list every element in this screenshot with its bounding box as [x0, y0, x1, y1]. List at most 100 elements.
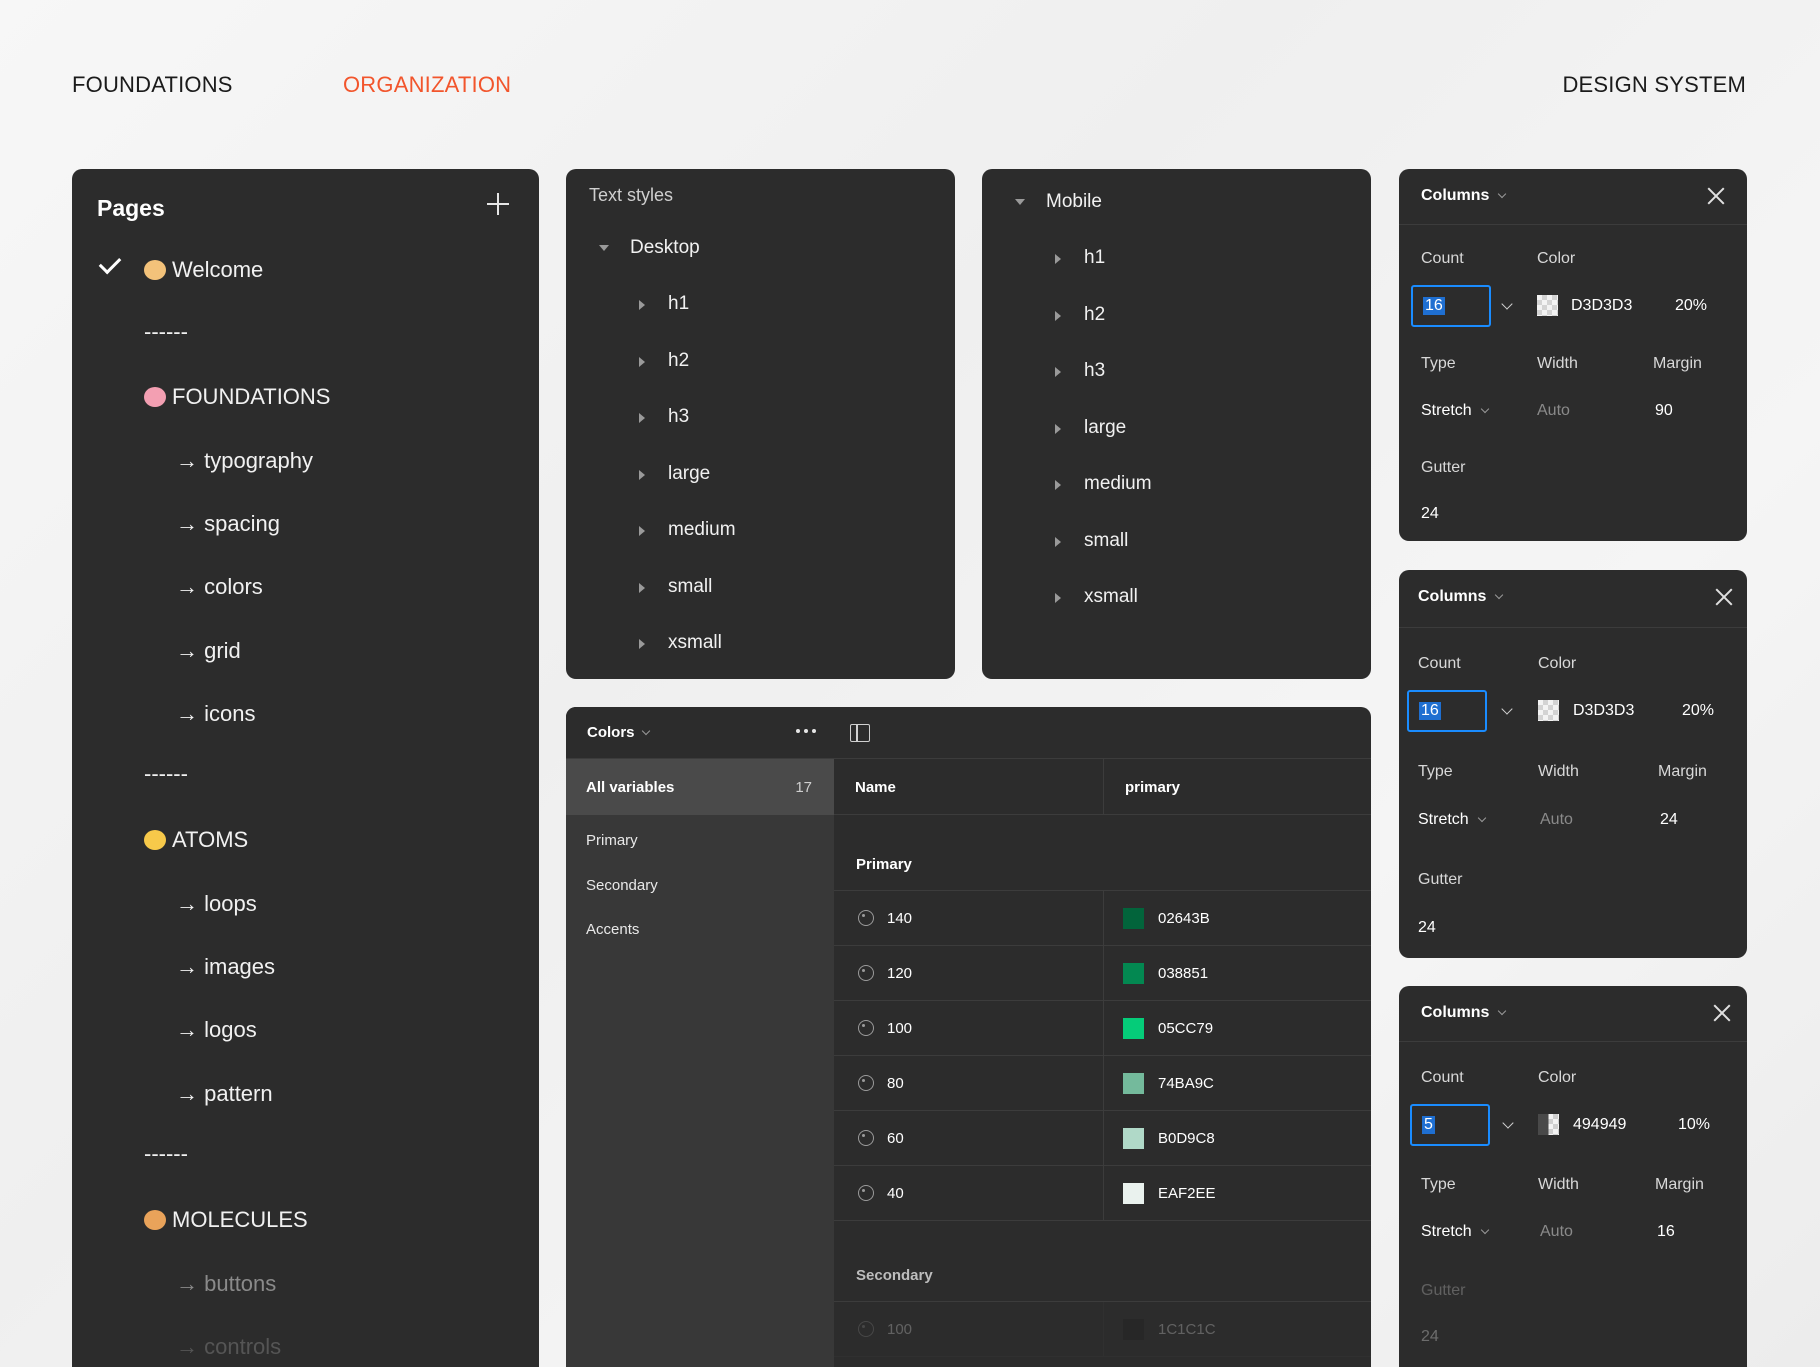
style-small[interactable]: small	[668, 576, 712, 598]
style-xsmall[interactable]: xsmall	[668, 632, 722, 654]
type-dropdown[interactable]: Stretch	[1421, 1223, 1489, 1241]
count-dropdown-icon[interactable]	[1501, 703, 1513, 715]
color-swatch[interactable]	[1123, 1018, 1144, 1039]
style-medium[interactable]: medium	[668, 519, 736, 541]
expand-triangle-icon[interactable]	[639, 526, 645, 536]
group-accents[interactable]: Accents	[586, 921, 639, 938]
style-h2[interactable]: h2	[668, 350, 689, 372]
expand-triangle-icon[interactable]	[639, 639, 645, 649]
expand-triangle-icon[interactable]	[1055, 254, 1061, 264]
page-item-logos[interactable]: → logos	[176, 1017, 257, 1043]
table-row[interactable]: 120 038851	[834, 946, 1371, 1001]
expand-triangle-icon[interactable]	[639, 470, 645, 480]
add-page-plus-icon[interactable]	[485, 191, 511, 217]
margin-input[interactable]: 90	[1655, 402, 1673, 420]
expand-triangle-icon[interactable]	[1055, 311, 1061, 321]
color-hex[interactable]: 494949	[1573, 1116, 1626, 1134]
expand-triangle-icon[interactable]	[1055, 480, 1061, 490]
close-icon[interactable]	[1715, 588, 1733, 606]
color-swatch[interactable]	[1123, 1183, 1144, 1204]
all-variables-item[interactable]: All variables 17	[566, 759, 834, 815]
close-icon[interactable]	[1713, 1004, 1731, 1022]
color-opacity[interactable]: 10%	[1678, 1116, 1710, 1134]
mobile-group[interactable]: Mobile	[1046, 191, 1102, 213]
margin-input[interactable]: 24	[1660, 811, 1678, 829]
page-item-foundations[interactable]: FOUNDATIONS	[144, 384, 330, 410]
table-row[interactable]: 100 1C1C1C	[834, 1302, 1371, 1357]
page-item-divider[interactable]: ------	[144, 319, 188, 345]
style-medium[interactable]: medium	[1084, 473, 1152, 495]
page-item-spacing[interactable]: → spacing	[176, 511, 280, 537]
style-xsmall[interactable]: xsmall	[1084, 586, 1138, 608]
table-row[interactable]: 100 05CC79	[834, 1001, 1371, 1056]
expand-triangle-icon[interactable]	[639, 357, 645, 367]
layout-type-dropdown[interactable]: Columns	[1421, 1004, 1507, 1022]
style-small[interactable]: small	[1084, 530, 1128, 552]
page-item-buttons[interactable]: → buttons	[176, 1271, 276, 1297]
expand-triangle-icon[interactable]	[1055, 367, 1061, 377]
margin-input[interactable]: 16	[1657, 1223, 1675, 1241]
table-row[interactable]: 40 EAF2EE	[834, 1166, 1371, 1221]
type-dropdown[interactable]: Stretch	[1421, 402, 1489, 420]
color-opacity[interactable]: 20%	[1682, 702, 1714, 720]
page-item-colors[interactable]: → colors	[176, 574, 263, 600]
page-item-divider[interactable]: ------	[144, 761, 188, 787]
page-item-icons[interactable]: → icons	[176, 701, 255, 727]
count-dropdown-icon[interactable]	[1502, 1117, 1514, 1129]
gutter-input[interactable]: 24	[1421, 1328, 1439, 1346]
color-swatch[interactable]	[1123, 1073, 1144, 1094]
style-h3[interactable]: h3	[1084, 360, 1105, 382]
page-item-molecules[interactable]: MOLECULES	[144, 1207, 308, 1233]
count-input[interactable]: 16	[1407, 690, 1487, 732]
layout-type-dropdown[interactable]: Columns	[1418, 588, 1504, 606]
style-h1[interactable]: h1	[668, 293, 689, 315]
foundations-label[interactable]: FOUNDATIONS	[72, 72, 233, 98]
page-item-loops[interactable]: → loops	[176, 891, 257, 917]
page-item-pattern[interactable]: → pattern	[176, 1081, 273, 1107]
collection-dropdown[interactable]: Colors	[587, 724, 650, 741]
expand-triangle-icon[interactable]	[1055, 537, 1061, 547]
color-swatch[interactable]	[1537, 295, 1558, 316]
page-item-grid[interactable]: → grid	[176, 638, 241, 664]
group-primary[interactable]: Primary	[586, 832, 638, 849]
page-item-typography[interactable]: → typography	[176, 448, 313, 474]
collapse-triangle-icon[interactable]	[599, 245, 609, 251]
organization-label[interactable]: ORGANIZATION	[343, 72, 511, 98]
expand-triangle-icon[interactable]	[639, 583, 645, 593]
toggle-sidebar-icon[interactable]	[850, 724, 870, 742]
color-swatch[interactable]	[1538, 1114, 1559, 1135]
style-h3[interactable]: h3	[668, 406, 689, 428]
page-item-welcome[interactable]: Welcome	[144, 257, 263, 283]
color-swatch[interactable]	[1123, 908, 1144, 929]
style-h1[interactable]: h1	[1084, 247, 1105, 269]
more-options-icon[interactable]	[796, 729, 816, 733]
color-swatch[interactable]	[1538, 700, 1559, 721]
color-hex[interactable]: D3D3D3	[1573, 702, 1634, 720]
page-item-controls[interactable]: → controls	[176, 1334, 281, 1360]
width-value[interactable]: Auto	[1537, 402, 1570, 420]
style-large[interactable]: large	[668, 463, 710, 485]
column-header-primary[interactable]: primary	[1104, 759, 1371, 815]
expand-triangle-icon[interactable]	[1055, 424, 1061, 434]
count-input[interactable]: 5	[1410, 1104, 1490, 1146]
page-item-atoms[interactable]: ATOMS	[144, 827, 248, 853]
expand-triangle-icon[interactable]	[1055, 593, 1061, 603]
color-opacity[interactable]: 20%	[1675, 297, 1707, 315]
layout-type-dropdown[interactable]: Columns	[1421, 187, 1507, 205]
collapse-triangle-icon[interactable]	[1015, 199, 1025, 205]
expand-triangle-icon[interactable]	[639, 413, 645, 423]
width-value[interactable]: Auto	[1540, 811, 1573, 829]
color-swatch[interactable]	[1123, 963, 1144, 984]
count-input[interactable]: 16	[1411, 285, 1491, 327]
style-h2[interactable]: h2	[1084, 304, 1105, 326]
count-dropdown-icon[interactable]	[1501, 298, 1513, 310]
table-row[interactable]: 60 B0D9C8	[834, 1111, 1371, 1166]
color-swatch[interactable]	[1123, 1319, 1144, 1340]
width-value[interactable]: Auto	[1540, 1223, 1573, 1241]
page-item-images[interactable]: → images	[176, 954, 275, 980]
group-secondary[interactable]: Secondary	[586, 877, 658, 894]
expand-triangle-icon[interactable]	[639, 300, 645, 310]
style-large[interactable]: large	[1084, 417, 1126, 439]
color-swatch[interactable]	[1123, 1128, 1144, 1149]
table-row[interactable]: 140 02643B	[834, 891, 1371, 946]
